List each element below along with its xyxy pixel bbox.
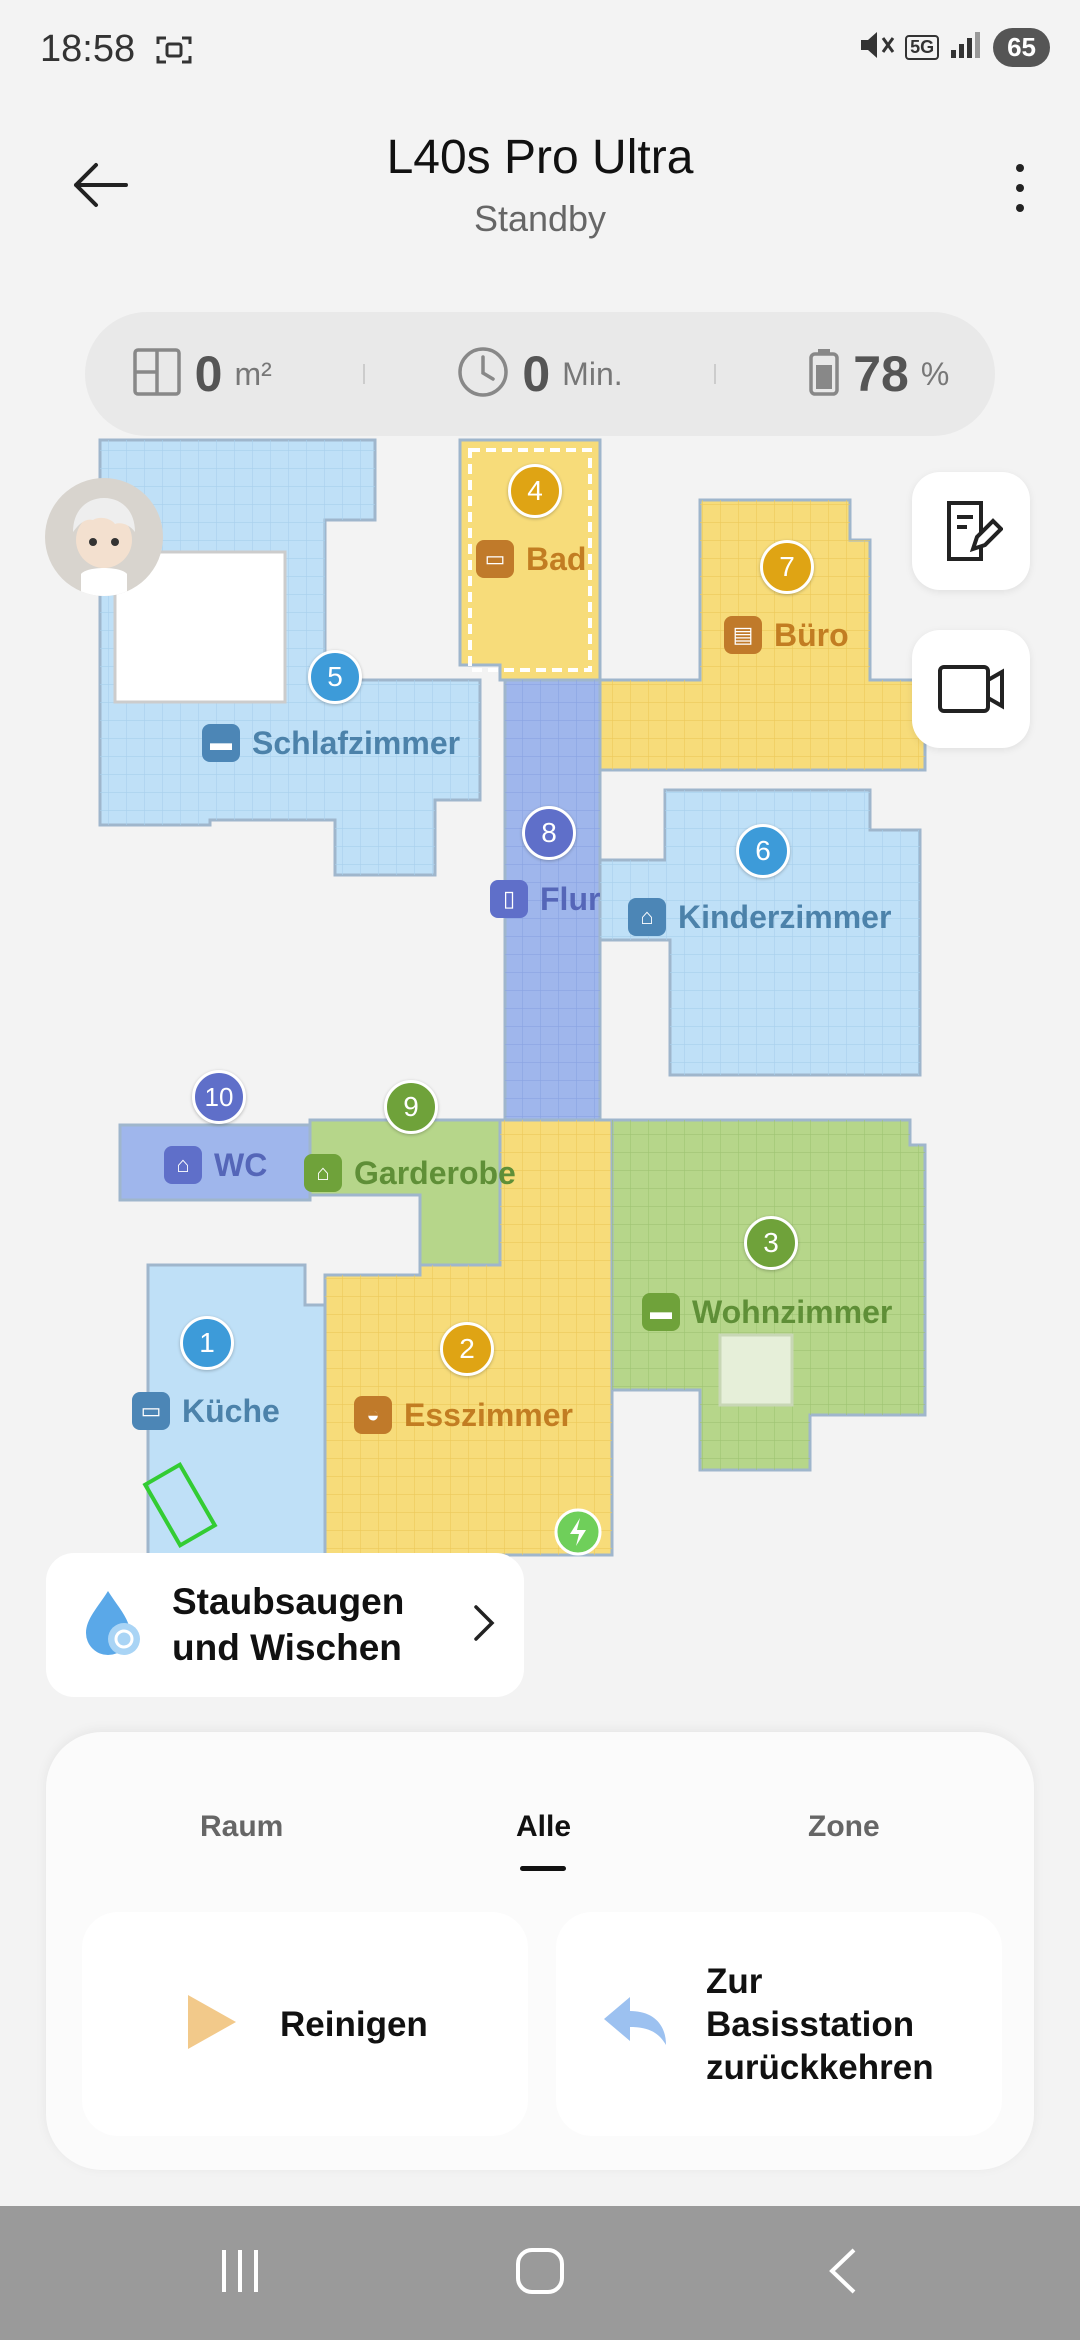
desk-icon: ▤ [724, 616, 762, 654]
room-label-wohnzimmer[interactable]: ▬ Wohnzimmer [642, 1293, 892, 1331]
active-tab-indicator [520, 1866, 566, 1871]
room-label-garderobe[interactable]: ⌂ Garderobe [304, 1154, 516, 1192]
house-icon: ⌂ [628, 898, 666, 936]
water-drop-icon [74, 1585, 150, 1666]
room-pin-6[interactable]: 6 [736, 824, 790, 878]
robot-avatar[interactable] [45, 478, 163, 596]
room-label-kinderzimmer[interactable]: ⌂ Kinderzimmer [628, 898, 891, 936]
bathtub-icon: ▭ [476, 540, 514, 578]
control-panel: Raum Alle Zone Reinigen Zur Basisstation… [46, 1732, 1034, 2170]
room-pin-7[interactable]: 7 [760, 540, 814, 594]
room-name: Küche [182, 1392, 280, 1429]
sofa-icon: ▬ [642, 1293, 680, 1331]
tab-alle[interactable]: Alle [516, 1810, 571, 1844]
bed-icon: ▬ [202, 724, 240, 762]
room-pin-2[interactable]: 2 [440, 1322, 494, 1376]
room-pin-1[interactable]: 1 [180, 1316, 234, 1370]
clean-button[interactable]: Reinigen [82, 1912, 528, 2136]
room-name: Wohnzimmer [692, 1293, 893, 1330]
hanger-icon: ⌂ [304, 1154, 342, 1192]
room-name: Bad [526, 540, 587, 577]
edit-map-button[interactable] [912, 472, 1030, 590]
room-pin-5[interactable]: 5 [308, 650, 362, 704]
room-name: Kinderzimmer [678, 898, 892, 935]
room-label-buero[interactable]: ▤ Büro [724, 616, 849, 654]
dining-icon: ◒ [354, 1396, 392, 1434]
room-name: Esszimmer [404, 1396, 573, 1433]
return-label: Zur Basisstation zurückkehren [706, 1961, 934, 2087]
recent-apps-icon[interactable] [218, 2246, 262, 2301]
pot-icon: ▭ [132, 1392, 170, 1430]
room-label-esszimmer[interactable]: ◒ Esszimmer [354, 1396, 573, 1434]
camera-button[interactable] [912, 630, 1030, 748]
tab-raum[interactable]: Raum [200, 1810, 283, 1844]
room-label-wc[interactable]: ⌂ WC [164, 1146, 267, 1184]
room-label-schlafzimmer[interactable]: ▬ Schlafzimmer [202, 724, 460, 762]
home-icon[interactable] [514, 2246, 566, 2301]
room-pin-8[interactable]: 8 [522, 806, 576, 860]
furniture-obstacle [718, 1333, 794, 1407]
return-arrow-icon [600, 1993, 670, 2056]
room-name: Garderobe [354, 1154, 516, 1191]
mode-label: Staubsaugen und Wischen [172, 1581, 405, 1668]
floor-map[interactable] [0, 0, 1080, 1600]
room-name: WC [214, 1146, 268, 1183]
room-area-garderobe[interactable] [308, 1118, 502, 1267]
room-label-bad[interactable]: ▭ Bad [476, 540, 586, 578]
cleaning-mode-selector[interactable]: Staubsaugen und Wischen [46, 1553, 524, 1697]
system-nav-bar [0, 2206, 1080, 2340]
room-name: Büro [774, 616, 849, 653]
room-name: Schlafzimmer [252, 724, 461, 761]
room-pin-4[interactable]: 4 [508, 464, 562, 518]
return-to-base-button[interactable]: Zur Basisstation zurückkehren [556, 1912, 1002, 2136]
room-pin-9[interactable]: 9 [384, 1080, 438, 1134]
room-pin-3[interactable]: 3 [744, 1216, 798, 1270]
house-icon: ⌂ [164, 1146, 202, 1184]
room-label-flur[interactable]: ▯ Flur [490, 880, 600, 918]
room-name: Flur [540, 880, 601, 917]
chevron-right-icon [472, 1603, 496, 1648]
back-icon[interactable] [824, 2246, 860, 2301]
play-icon [182, 1991, 240, 2058]
room-label-kueche[interactable]: ▭ Küche [132, 1392, 280, 1430]
clean-label: Reinigen [280, 2004, 428, 2044]
room-pin-10[interactable]: 10 [192, 1070, 246, 1124]
tab-zone[interactable]: Zone [808, 1810, 880, 1844]
door-icon: ▯ [490, 880, 528, 918]
